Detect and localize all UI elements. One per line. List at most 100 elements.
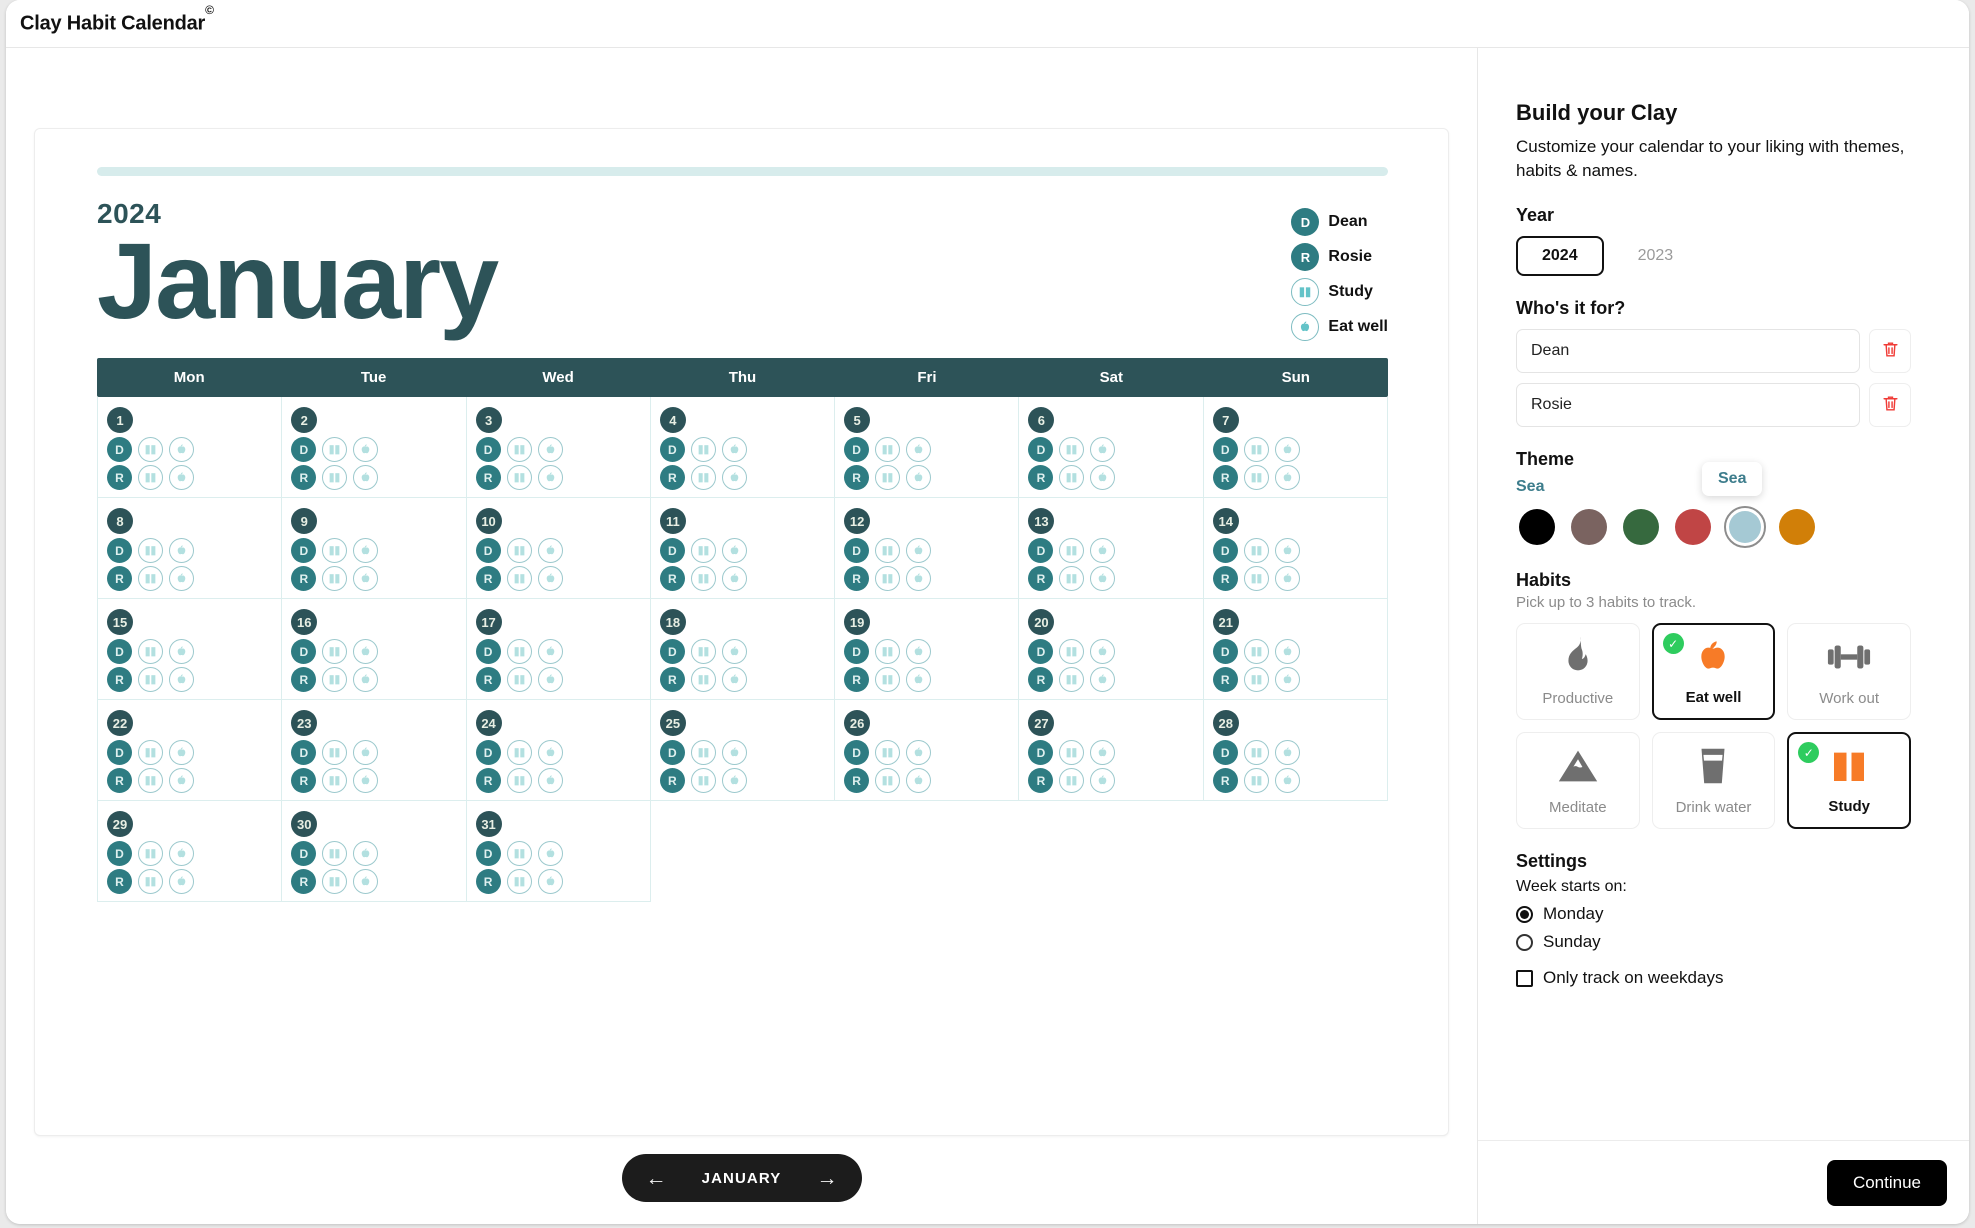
apple-icon[interactable]: [537, 768, 563, 793]
calendar-day-cell[interactable]: 18 D R: [650, 599, 836, 700]
calendar-day-cell[interactable]: 17 D R: [466, 599, 651, 700]
book-icon[interactable]: [1059, 566, 1085, 591]
apple-icon[interactable]: [1090, 538, 1116, 563]
calendar-day-cell[interactable]: 13 D R: [1019, 498, 1204, 599]
theme-swatch-forest[interactable]: [1620, 506, 1662, 548]
apple-icon[interactable]: [353, 639, 379, 664]
apple-icon[interactable]: [353, 841, 379, 866]
calendar-day-cell[interactable]: 1 DR: [98, 397, 283, 498]
apple-icon[interactable]: [906, 566, 932, 591]
theme-swatch-berry[interactable]: [1672, 506, 1714, 548]
apple-icon[interactable]: [1274, 566, 1300, 591]
book-icon[interactable]: [690, 740, 716, 765]
habit-card-study[interactable]: ✓ Study: [1787, 732, 1911, 830]
apple-icon[interactable]: [537, 566, 563, 591]
book-icon[interactable]: [138, 437, 163, 462]
apple-icon[interactable]: [906, 538, 932, 563]
book-icon[interactable]: [506, 869, 532, 894]
book-icon[interactable]: [322, 768, 348, 793]
apple-icon[interactable]: [169, 437, 194, 462]
apple-icon[interactable]: [906, 465, 932, 490]
apple-icon[interactable]: [169, 768, 194, 793]
book-icon[interactable]: [138, 667, 163, 692]
apple-icon[interactable]: [353, 465, 379, 490]
apple-icon[interactable]: [906, 667, 932, 692]
book-icon[interactable]: [875, 437, 901, 462]
apple-icon[interactable]: [1274, 740, 1300, 765]
book-icon[interactable]: [322, 538, 348, 563]
book-icon[interactable]: [506, 768, 532, 793]
calendar-day-cell[interactable]: 3 DR: [466, 397, 651, 498]
book-icon[interactable]: [322, 566, 348, 591]
book-icon[interactable]: [690, 639, 716, 664]
book-icon[interactable]: [875, 538, 901, 563]
apple-icon[interactable]: [1090, 768, 1116, 793]
week-start-option-sunday[interactable]: Sunday: [1516, 932, 1911, 952]
calendar-day-cell[interactable]: 31 D R: [466, 801, 651, 902]
apple-icon[interactable]: [169, 667, 194, 692]
book-icon[interactable]: [506, 667, 532, 692]
book-icon[interactable]: [690, 437, 716, 462]
book-icon[interactable]: [322, 639, 348, 664]
habit-card-drink-water[interactable]: Drink water: [1651, 732, 1776, 830]
theme-swatch-ink[interactable]: [1516, 506, 1558, 548]
apple-icon[interactable]: [537, 841, 563, 866]
calendar-day-cell[interactable]: 10 D R: [466, 498, 651, 599]
apple-icon[interactable]: [906, 437, 932, 462]
calendar-day-cell[interactable]: 15 D R: [98, 599, 283, 700]
book-icon[interactable]: [506, 437, 532, 462]
month-nav-pill[interactable]: ← JANUARY →: [621, 1154, 862, 1202]
book-icon[interactable]: [1243, 465, 1269, 490]
calendar-day-cell[interactable]: 16 D R: [282, 599, 467, 700]
apple-icon[interactable]: [721, 538, 747, 563]
apple-icon[interactable]: [169, 639, 194, 664]
apple-icon[interactable]: [906, 639, 932, 664]
habit-card-eat-well[interactable]: ✓ Eat well: [1651, 623, 1776, 721]
book-icon[interactable]: [690, 538, 716, 563]
calendar-day-cell[interactable]: 6 DR: [1019, 397, 1204, 498]
apple-icon[interactable]: [353, 869, 379, 894]
book-icon[interactable]: [1059, 667, 1085, 692]
apple-icon[interactable]: [537, 538, 563, 563]
apple-icon[interactable]: [721, 740, 747, 765]
book-icon[interactable]: [506, 465, 532, 490]
radio-icon[interactable]: [1516, 933, 1533, 951]
apple-icon[interactable]: [721, 639, 747, 664]
book-icon[interactable]: [506, 538, 532, 563]
calendar-day-cell[interactable]: 4 DR: [650, 397, 836, 498]
apple-icon[interactable]: [721, 566, 747, 591]
apple-icon[interactable]: [537, 869, 563, 894]
book-icon[interactable]: [1059, 465, 1085, 490]
apple-icon[interactable]: [169, 841, 194, 866]
apple-icon[interactable]: [353, 538, 379, 563]
book-icon[interactable]: [1243, 566, 1269, 591]
book-icon[interactable]: [506, 740, 532, 765]
apple-icon[interactable]: [906, 768, 932, 793]
calendar-day-cell[interactable]: 27 D R: [1019, 700, 1204, 801]
calendar-day-cell[interactable]: 14 D R: [1203, 498, 1388, 599]
book-icon[interactable]: [1059, 538, 1085, 563]
apple-icon[interactable]: [353, 437, 379, 462]
apple-icon[interactable]: [537, 740, 563, 765]
book-icon[interactable]: [322, 869, 348, 894]
calendar-day-cell[interactable]: 5 DR: [835, 397, 1020, 498]
apple-icon[interactable]: [353, 740, 379, 765]
apple-icon[interactable]: [169, 740, 194, 765]
apple-icon[interactable]: [721, 465, 747, 490]
book-icon[interactable]: [322, 740, 348, 765]
apple-icon[interactable]: [169, 566, 194, 591]
theme-swatch-sea[interactable]: [1724, 506, 1766, 549]
apple-icon[interactable]: [906, 740, 932, 765]
apple-icon[interactable]: [721, 667, 747, 692]
theme-swatch-clay[interactable]: [1568, 506, 1610, 548]
book-icon[interactable]: [1059, 437, 1085, 462]
apple-icon[interactable]: [1090, 566, 1116, 591]
book-icon[interactable]: [1243, 768, 1269, 793]
calendar-day-cell[interactable]: 9 DR: [282, 498, 467, 599]
apple-icon[interactable]: [721, 437, 747, 462]
habit-card-meditate[interactable]: Meditate: [1516, 732, 1640, 830]
book-icon[interactable]: [690, 768, 716, 793]
weekdays-only-row[interactable]: Only track on weekdays: [1516, 968, 1911, 988]
apple-icon[interactable]: [353, 667, 379, 692]
apple-icon[interactable]: [1090, 465, 1116, 490]
